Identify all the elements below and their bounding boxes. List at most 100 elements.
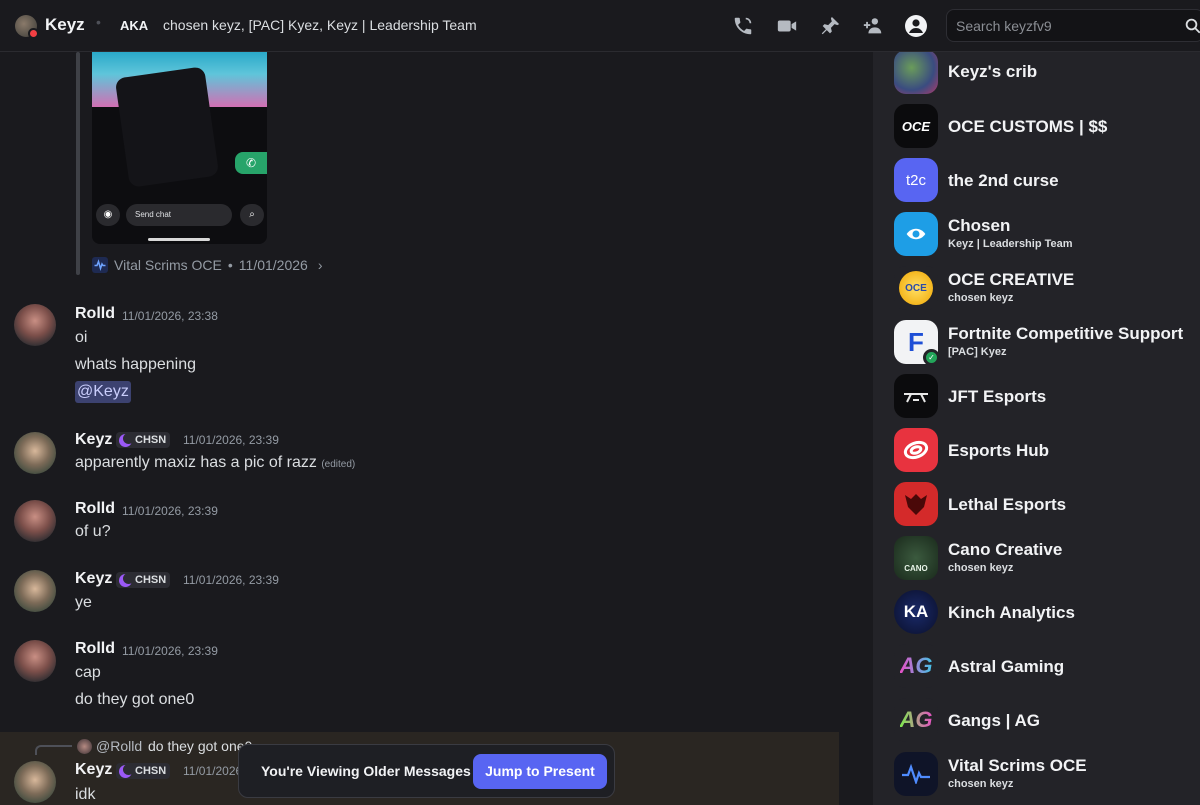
server-name: Kinch Analytics (948, 603, 1075, 622)
oce-customs-icon: OCE (894, 104, 938, 148)
avatar[interactable] (14, 570, 56, 612)
message-group[interactable]: Rolld 11/01/2026, 23:38 oi whats happeni… (0, 300, 855, 412)
embed-footer[interactable]: Vital Scrims OCE • 11/01/2026 › (92, 257, 322, 273)
embed-accent-bar (76, 52, 80, 275)
avatar[interactable] (14, 640, 56, 682)
message-author[interactable]: Rolld (75, 500, 115, 518)
server-item[interactable]: Keyz's crib (894, 52, 1200, 96)
avatar[interactable] (14, 500, 56, 542)
search-box[interactable] (946, 9, 1200, 42)
search-icon[interactable] (1184, 17, 1200, 40)
add-friends-icon[interactable] (860, 13, 886, 39)
server-name: Chosen (948, 216, 1011, 235)
guild-tag-badge[interactable]: CHSN (116, 432, 171, 448)
server-item[interactable]: CANO Cano Creative chosen keyz (894, 536, 1200, 582)
server-name: JFT Esports (948, 387, 1047, 406)
reply-avatar (77, 739, 92, 754)
user-mention[interactable]: @Keyz (75, 381, 131, 403)
guild-tag-text: CHSN (135, 574, 167, 586)
voice-call-icon[interactable] (730, 13, 756, 39)
server-item[interactable]: AG Astral Gaming (894, 644, 1200, 690)
server-item[interactable]: t2c the 2nd curse (894, 158, 1200, 204)
oce-creative-icon: OCE (894, 266, 938, 310)
reply-author[interactable]: @Rolld (96, 738, 142, 754)
guild-tag-text: CHSN (135, 765, 167, 777)
avatar[interactable] (14, 304, 56, 346)
avatar[interactable] (14, 432, 56, 474)
message-timestamp: 11/01/2026, 23:39 (183, 573, 279, 587)
message-author[interactable]: Keyz (75, 570, 112, 588)
icon-text: OCE (901, 118, 931, 134)
message-timestamp: 11/01/2026, 23:38 (122, 309, 218, 323)
pin-icon[interactable] (817, 13, 843, 39)
moon-icon (119, 572, 134, 587)
server-name: Esports Hub (948, 441, 1050, 460)
astral-icon: AG (894, 644, 938, 688)
chosen-icon (894, 212, 938, 256)
server-name: OCE CUSTOMS | $$ (948, 117, 1108, 136)
older-messages-text: You're Viewing Older Messages (261, 763, 471, 779)
dnd-status-icon (28, 28, 39, 39)
message-group[interactable]: Rolld 11/01/2026, 23:39 cap do they got … (0, 638, 855, 718)
server-item[interactable]: Vital Scrims OCE chosen keyz (894, 752, 1200, 798)
jump-to-present-button[interactable]: Jump to Present (473, 754, 607, 789)
message-group[interactable]: Rolld 11/01/2026, 23:39 of u? (0, 498, 855, 548)
mutual-servers-panel[interactable]: Keyz's crib OCE OCE CUSTOMS | $$ t2c the… (873, 52, 1200, 805)
scrollbar-track[interactable] (855, 52, 873, 805)
dm-user-name[interactable]: Keyz (45, 15, 85, 35)
message-author[interactable]: Keyz (75, 761, 112, 779)
cano-icon: CANO (894, 536, 938, 580)
message-text: ye (75, 594, 92, 611)
t2c-icon: t2c (894, 158, 938, 202)
server-item[interactable]: Lethal Esports (894, 482, 1200, 528)
server-nickname: chosen keyz (948, 778, 1014, 790)
user-profile-icon[interactable] (903, 13, 929, 39)
server-name: Vital Scrims OCE (948, 756, 1087, 775)
moon-icon (119, 432, 134, 447)
server-item[interactable]: F ✓ Fortnite Competitive Support [PAC] K… (894, 320, 1200, 366)
message-author[interactable]: Keyz (75, 431, 112, 449)
chevron-right-icon[interactable]: › (318, 257, 323, 273)
message-text-content: apparently maxiz has a pic of razz (75, 454, 317, 471)
video-call-icon[interactable] (774, 13, 800, 39)
jft-icon (894, 374, 938, 418)
message-timestamp: 11/01/2026, 23:39 (122, 504, 218, 518)
guild-tag-text: CHSN (135, 434, 167, 446)
server-item[interactable]: OCE OCE CREATIVE chosen keyz (894, 266, 1200, 312)
message-group[interactable]: Keyz CHSN 11/01/2026, 23:39 ye (0, 568, 855, 618)
phone-icon: ✆ (235, 152, 267, 174)
verified-check-icon: ✓ (923, 349, 940, 366)
server-name: Fortnite Competitive Support (948, 324, 1184, 343)
icon-text: AG (899, 707, 933, 732)
server-item[interactable]: JFT Esports (894, 374, 1200, 420)
message-author[interactable]: Rolld (75, 305, 115, 323)
message-group[interactable]: Keyz CHSN 11/01/2026, 23:39 apparently m… (0, 428, 855, 478)
icon-text: F (908, 326, 924, 357)
embed-source[interactable]: Vital Scrims OCE (114, 257, 222, 273)
message-text: cap (75, 664, 101, 681)
message-timestamp: 11/01/2026, 23:39 (183, 433, 279, 447)
separator-dot: • (227, 257, 233, 273)
search-input[interactable] (956, 18, 1176, 34)
message-author[interactable]: Rolld (75, 640, 115, 658)
home-indicator (148, 238, 210, 241)
message-text: apparently maxiz has a pic of razz (edit… (75, 454, 355, 472)
server-name: OCE CREATIVE (948, 270, 1075, 289)
server-item[interactable]: AG Gangs | AG (894, 698, 1200, 744)
guild-tag-badge[interactable]: CHSN (116, 763, 171, 779)
reply-preview[interactable]: do they got one0 (148, 738, 252, 754)
server-item[interactable]: OCE OCE CUSTOMS | $$ (894, 104, 1200, 150)
server-item[interactable]: Chosen Keyz | Leadership Team (894, 212, 1200, 258)
server-item[interactable]: Esports Hub (894, 428, 1200, 474)
server-item[interactable]: KA Kinch Analytics (894, 590, 1200, 636)
avatar[interactable] (14, 761, 56, 803)
icon-text: OCE (899, 271, 933, 305)
kinch-icon: KA (894, 590, 938, 634)
message-list[interactable]: ✆ ◉ Send chat ⌕ Vital Scrims OCE • 11/01… (0, 52, 855, 805)
icon-text: t2c (905, 171, 926, 189)
vital-icon (894, 752, 938, 796)
icon-text: CANO (904, 563, 928, 573)
gangs-icon: AG (894, 698, 938, 742)
embed-image[interactable]: ✆ ◉ Send chat ⌕ (92, 52, 267, 244)
guild-tag-badge[interactable]: CHSN (116, 572, 171, 588)
